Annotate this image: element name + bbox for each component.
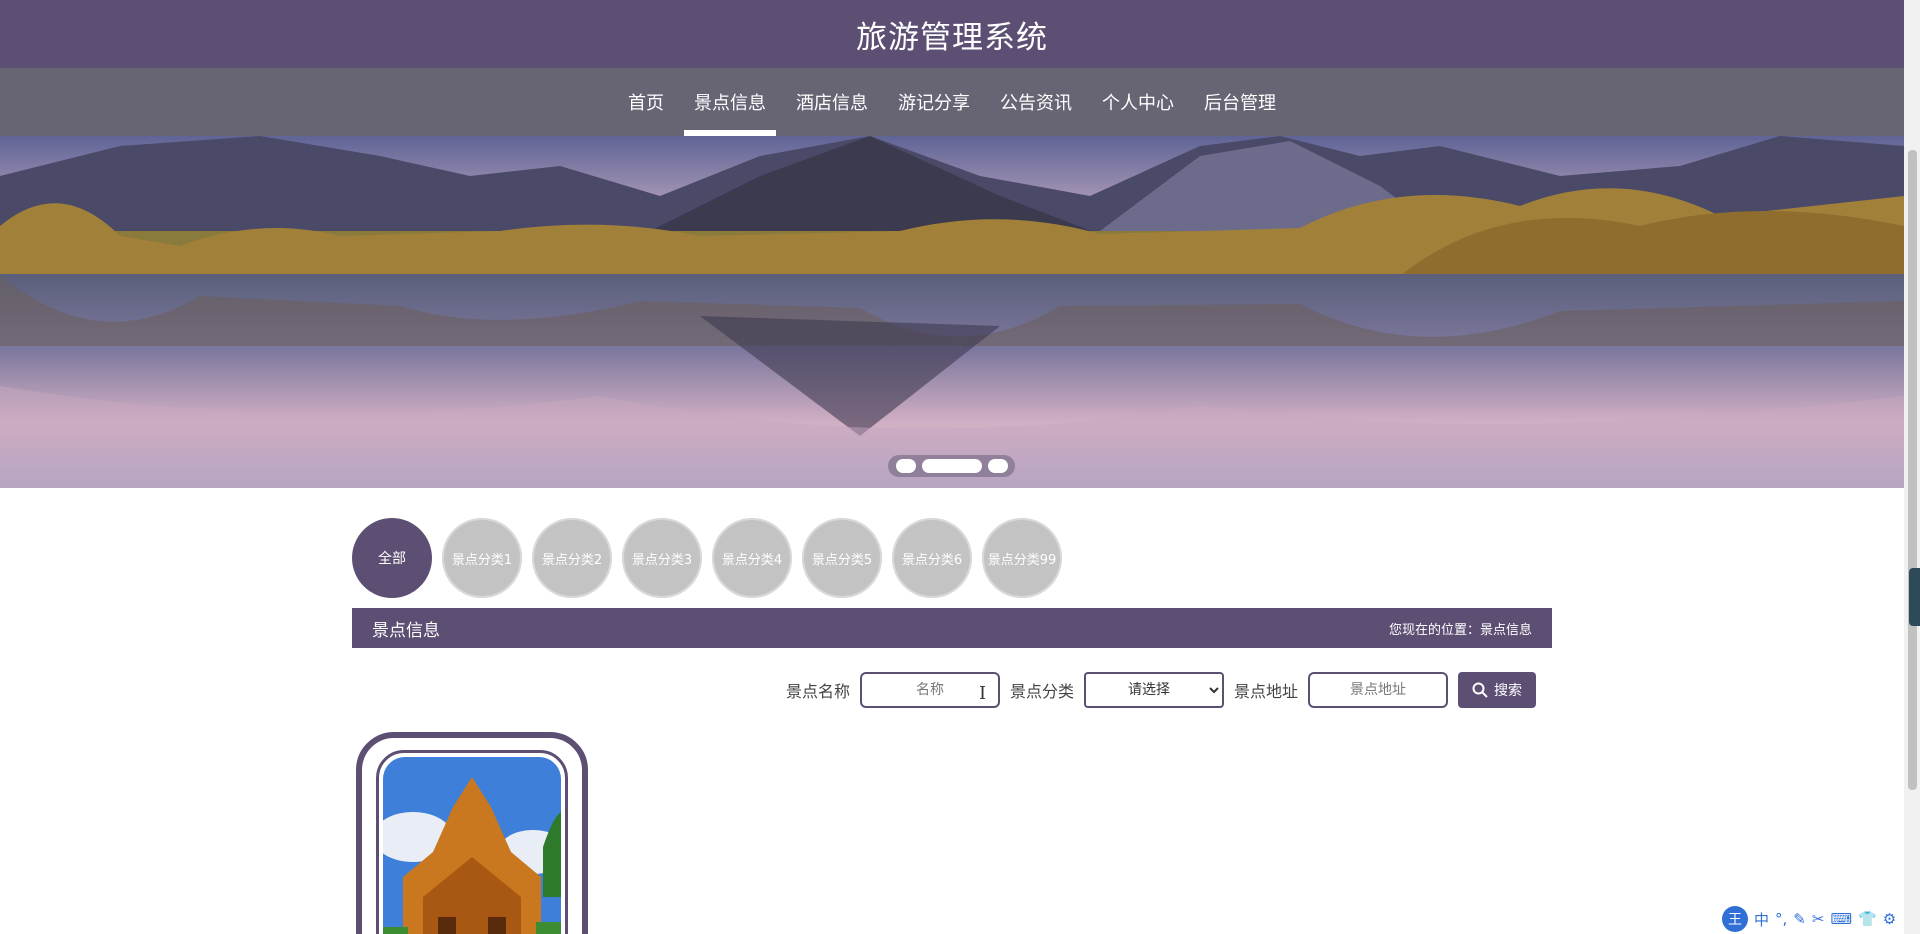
name-label: 景点名称 bbox=[786, 682, 851, 701]
page-scrollbar[interactable] bbox=[1904, 0, 1920, 934]
address-input[interactable] bbox=[1308, 672, 1449, 708]
nav-item-attractions[interactable]: 景点信息 bbox=[684, 68, 776, 136]
search-form: 景点名称 景点分类 请选择 景点地址 搜索 bbox=[786, 672, 1537, 708]
attraction-card-image-frame bbox=[376, 750, 568, 934]
category-1[interactable]: 景点分类1 bbox=[442, 518, 522, 598]
category-5[interactable]: 景点分类5 bbox=[802, 518, 882, 598]
nav-item-personal-center[interactable]: 个人中心 bbox=[1092, 68, 1184, 136]
page: 旅游管理系统 首页 景点信息 酒店信息 游记分享 公告资讯 个人中心 后台管理 bbox=[0, 0, 1920, 934]
category-filter: 全部 景点分类1 景点分类2 景点分类3 景点分类4 景点分类5 景点分类6 景… bbox=[352, 518, 1062, 598]
site-header: 旅游管理系统 bbox=[0, 0, 1904, 68]
site-title: 旅游管理系统 bbox=[856, 19, 1048, 56]
section-title: 景点信息 bbox=[372, 620, 440, 641]
breadcrumb: 您现在的位置： 景点信息 bbox=[1389, 619, 1532, 638]
address-label: 景点地址 bbox=[1234, 682, 1299, 701]
nav-item-travel-notes[interactable]: 游记分享 bbox=[888, 68, 980, 136]
ime-handwriting-icon[interactable]: ✎ bbox=[1793, 910, 1806, 928]
main-nav: 首页 景点信息 酒店信息 游记分享 公告资讯 个人中心 后台管理 bbox=[0, 68, 1904, 136]
category-99[interactable]: 景点分类99 bbox=[982, 518, 1062, 598]
nav-item-announcements[interactable]: 公告资讯 bbox=[990, 68, 1082, 136]
breadcrumb-prefix: 您现在的位置： bbox=[1388, 622, 1480, 638]
category-6[interactable]: 景点分类6 bbox=[892, 518, 972, 598]
attraction-card[interactable] bbox=[356, 732, 588, 934]
search-button-label: 搜索 bbox=[1494, 683, 1523, 699]
text-cursor-icon: I bbox=[979, 683, 987, 704]
ime-settings-icon[interactable]: ⚙ bbox=[1883, 910, 1896, 928]
side-panel-tab[interactable] bbox=[1909, 568, 1920, 626]
ime-toolbar: 王 中 °, ✎ ✂ ⌨ 👕 ⚙ bbox=[1722, 906, 1896, 932]
ime-scissors-icon[interactable]: ✂ bbox=[1812, 910, 1825, 928]
ime-chinese-mode[interactable]: 中 bbox=[1754, 909, 1769, 930]
banner-carousel[interactable] bbox=[0, 136, 1904, 488]
carousel-dot-1[interactable] bbox=[895, 459, 916, 473]
attraction-thumbnail-image bbox=[383, 757, 561, 934]
banner-landscape-image bbox=[0, 136, 1904, 488]
category-3[interactable]: 景点分类3 bbox=[622, 518, 702, 598]
search-button[interactable]: 搜索 bbox=[1458, 672, 1537, 708]
nav-item-admin[interactable]: 后台管理 bbox=[1194, 68, 1286, 136]
section-header: 景点信息 您现在的位置： 景点信息 bbox=[352, 608, 1552, 648]
ime-logo-icon[interactable]: 王 bbox=[1722, 906, 1748, 932]
ime-skin-icon[interactable]: 👕 bbox=[1858, 910, 1877, 928]
nav-item-home[interactable]: 首页 bbox=[618, 68, 674, 136]
scrollbar-thumb[interactable] bbox=[1908, 150, 1917, 790]
category-all[interactable]: 全部 bbox=[352, 518, 432, 598]
category-2[interactable]: 景点分类2 bbox=[532, 518, 612, 598]
ime-keyboard-icon[interactable]: ⌨ bbox=[1830, 910, 1852, 928]
category-label: 景点分类 bbox=[1010, 682, 1075, 701]
carousel-indicators bbox=[888, 455, 1015, 477]
category-4[interactable]: 景点分类4 bbox=[712, 518, 792, 598]
breadcrumb-current[interactable]: 景点信息 bbox=[1480, 619, 1532, 638]
category-select[interactable]: 请选择 bbox=[1084, 672, 1225, 708]
nav-item-hotels[interactable]: 酒店信息 bbox=[786, 68, 878, 136]
carousel-dot-3[interactable] bbox=[987, 459, 1008, 473]
carousel-dot-2[interactable] bbox=[921, 459, 982, 473]
search-icon bbox=[1472, 682, 1488, 698]
ime-punctuation-icon[interactable]: °, bbox=[1775, 910, 1787, 928]
